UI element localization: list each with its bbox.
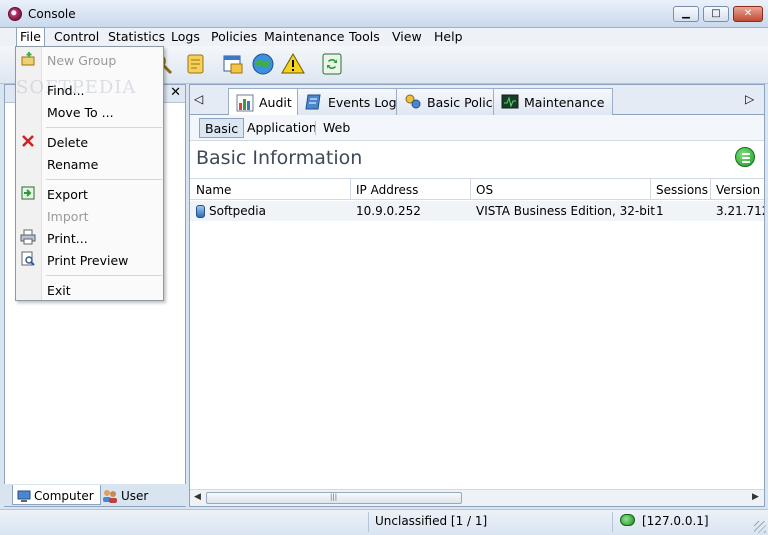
- menu-separator: [46, 275, 162, 276]
- section-heading: Basic Information: [196, 147, 363, 169]
- menu-item-print[interactable]: Print...: [47, 231, 88, 246]
- tab-audit[interactable]: Audit: [228, 88, 300, 116]
- title-bar: Console ▁ □ ✕: [0, 0, 768, 28]
- menu-separator: [46, 179, 162, 180]
- main-tab-strip: ◁ Audit Events Log Basic Policy Maintena…: [190, 85, 764, 116]
- export-icon: [21, 186, 35, 200]
- row-name-cell: Softpedia: [196, 204, 266, 218]
- subtab-basic[interactable]: Basic: [199, 118, 245, 138]
- globe-icon[interactable]: [251, 52, 275, 76]
- menu-control[interactable]: Control: [51, 29, 102, 44]
- report-icon[interactable]: [221, 52, 245, 76]
- tab-events-log[interactable]: Events Log: [297, 88, 405, 115]
- table-row[interactable]: Softpedia 10.9.0.252 VISTA Business Edit…: [190, 201, 764, 221]
- status-separator: [368, 512, 369, 532]
- row-os: VISTA Business Edition, 32-bit: [476, 204, 655, 218]
- col-ip-address[interactable]: IP Address: [356, 183, 418, 197]
- tab-audit-label: Audit: [259, 95, 292, 110]
- status-separator: [612, 512, 613, 532]
- menu-maintenance[interactable]: Maintenance: [261, 29, 348, 44]
- tab-basic-policy[interactable]: Basic Policy: [396, 88, 509, 115]
- resize-grip-icon[interactable]: [754, 521, 766, 533]
- menu-view[interactable]: View: [389, 29, 425, 44]
- refresh-icon[interactable]: [320, 52, 344, 76]
- tab-computer[interactable]: Computer: [12, 485, 101, 505]
- basic-policy-icon: [405, 94, 421, 109]
- row-sessions: 1: [656, 204, 664, 218]
- status-classification: Unclassified [1 / 1]: [375, 514, 488, 528]
- sub-tab-strip: Basic Application Web: [190, 115, 764, 141]
- menu-item-delete[interactable]: Delete: [47, 135, 88, 150]
- tab-basic-policy-label: Basic Policy: [427, 94, 501, 110]
- maximize-button[interactable]: □: [703, 6, 729, 22]
- tab-computer-label: Computer: [34, 488, 94, 503]
- menu-policies[interactable]: Policies: [208, 29, 260, 44]
- window-title: Console: [28, 7, 76, 21]
- audit-chart-icon: [236, 94, 254, 111]
- horizontal-scrollbar[interactable]: ◀ ||| ▶: [190, 489, 764, 506]
- col-version[interactable]: Version: [716, 183, 760, 197]
- warning-icon[interactable]: [281, 52, 305, 76]
- scroll-left-icon[interactable]: ◀: [194, 492, 201, 502]
- maintenance-monitor-icon: [501, 94, 519, 109]
- scroll-right-icon[interactable]: ▶: [752, 492, 759, 502]
- close-button[interactable]: ✕: [733, 6, 763, 22]
- connection-status-icon: [620, 514, 635, 526]
- menu-item-export[interactable]: Export: [47, 187, 88, 202]
- col-os[interactable]: OS: [476, 183, 493, 197]
- print-icon: [20, 229, 36, 245]
- row-version: 3.21.712: [716, 204, 764, 218]
- panel-close-icon[interactable]: ✕: [170, 85, 181, 100]
- menu-item-move-to[interactable]: Move To ...: [47, 105, 114, 120]
- tab-user-label: User: [121, 489, 149, 503]
- scrollbar-grip-icon: |||: [330, 493, 338, 501]
- computer-status-icon: [196, 205, 205, 218]
- tab-events-log-label: Events Log: [328, 94, 397, 110]
- menu-bar: File Control Statistics Logs Policies Ma…: [0, 27, 768, 47]
- col-sessions[interactable]: Sessions: [656, 183, 708, 197]
- events-log-icon: [305, 94, 321, 110]
- menu-tools[interactable]: Tools: [346, 29, 383, 44]
- menu-separator: [46, 127, 162, 128]
- menu-statistics[interactable]: Statistics: [105, 29, 168, 44]
- menu-item-print-preview[interactable]: Print Preview: [47, 253, 128, 268]
- menu-file[interactable]: File: [16, 27, 45, 47]
- main-panel: ◁ Audit Events Log Basic Policy Maintena…: [189, 84, 765, 507]
- list-options-icon[interactable]: [735, 147, 755, 167]
- new-group-icon: [21, 52, 35, 66]
- file-menu-dropdown: SOFTPEDIA New Group Find... Move To ... …: [15, 46, 164, 301]
- status-bar: Unclassified [1 / 1] [127.0.0.1]: [0, 509, 768, 535]
- subtab-web[interactable]: Web: [318, 118, 355, 138]
- row-ip: 10.9.0.252: [356, 204, 421, 218]
- table-header: Name IP Address OS Sessions Version: [190, 178, 764, 200]
- minimize-button[interactable]: ▁: [673, 6, 699, 22]
- menu-item-import[interactable]: Import: [47, 209, 89, 224]
- status-server: [127.0.0.1]: [642, 514, 709, 528]
- computer-icon: [17, 490, 31, 502]
- menu-logs[interactable]: Logs: [168, 29, 203, 44]
- tab-scroll-right-icon[interactable]: ▷: [745, 92, 754, 106]
- tab-user[interactable]: User: [98, 485, 154, 505]
- col-name[interactable]: Name: [196, 183, 231, 197]
- left-panel-tabs: Computer User: [4, 484, 186, 506]
- tab-scroll-left-icon[interactable]: ◁: [194, 92, 203, 106]
- menu-item-rename[interactable]: Rename: [47, 157, 98, 172]
- menu-help[interactable]: Help: [431, 29, 466, 44]
- policy-scroll-icon[interactable]: [184, 52, 208, 76]
- row-name: Softpedia: [209, 204, 266, 218]
- menu-item-exit[interactable]: Exit: [47, 283, 71, 298]
- print-preview-icon: [21, 251, 35, 266]
- subtab-separator: [315, 121, 316, 135]
- tab-maintenance[interactable]: Maintenance: [493, 88, 613, 115]
- menu-item-find[interactable]: Find...: [47, 83, 85, 98]
- tab-maintenance-label: Maintenance: [524, 94, 605, 110]
- menu-item-new-group[interactable]: New Group: [47, 53, 116, 68]
- subtab-application[interactable]: Application: [242, 118, 322, 138]
- users-icon: [103, 490, 117, 503]
- app-icon: [8, 7, 22, 21]
- delete-icon: [22, 135, 34, 147]
